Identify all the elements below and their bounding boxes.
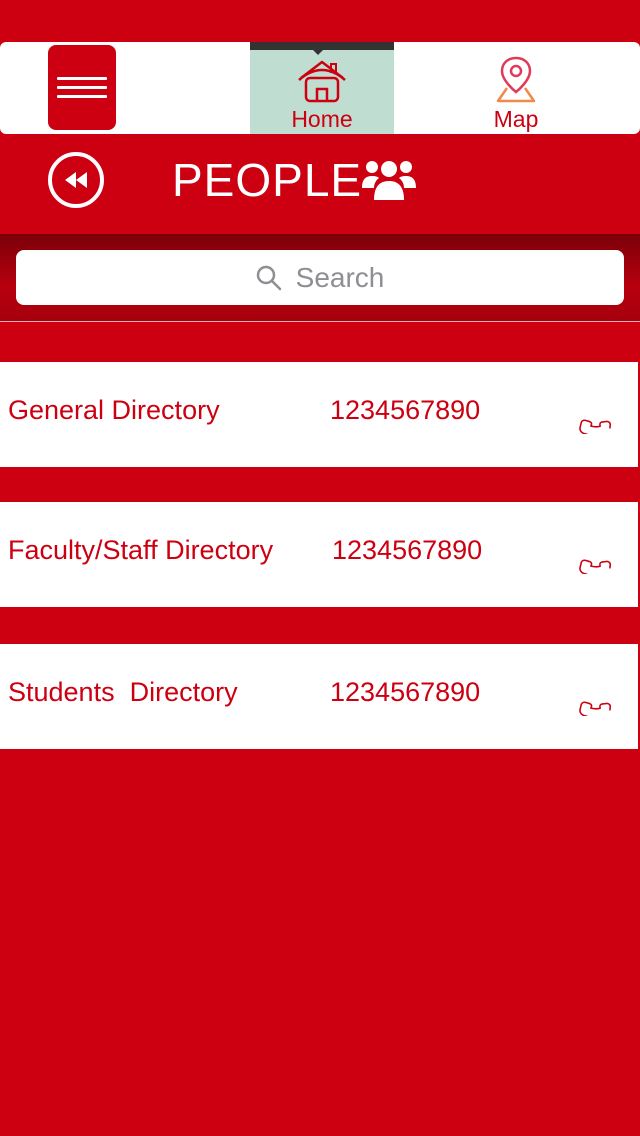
menu-icon <box>57 77 107 80</box>
directory-phone: 1234567890 <box>332 535 483 565</box>
home-icon <box>298 60 346 103</box>
active-tab-pointer <box>312 49 324 55</box>
menu-button[interactable] <box>48 45 116 130</box>
directory-name: General Directory <box>8 395 220 425</box>
tab-home-label: Home <box>291 106 353 132</box>
directory-row-faculty-staff[interactable]: Faculty/Staff Directory 1234567890 <box>0 502 638 607</box>
directory-phone: 1234567890 <box>330 395 481 425</box>
search-placeholder: Search <box>295 261 385 293</box>
phone-icon[interactable] <box>572 674 618 716</box>
directory-name: Faculty/Staff Directory <box>8 535 274 565</box>
page-header: PEOPLE <box>0 134 640 234</box>
directory-name: Students Directory <box>8 677 238 707</box>
map-pin-icon <box>496 56 536 103</box>
directory-phone: 1234567890 <box>330 677 481 707</box>
directory-row-general[interactable]: General Directory 1234567890 <box>0 362 638 467</box>
search-icon <box>256 265 281 290</box>
top-navigation-bar: Home Map <box>0 42 640 134</box>
tab-map-label: Map <box>493 106 539 132</box>
directory-row-students[interactable]: Students Directory 1234567890 <box>0 644 638 749</box>
page-title: PEOPLE <box>172 154 363 206</box>
tab-home[interactable]: Home <box>250 42 394 134</box>
phone-icon[interactable] <box>572 392 618 434</box>
status-bar <box>0 0 640 42</box>
tab-map[interactable]: Map <box>444 42 588 134</box>
search-input[interactable]: Search <box>16 250 624 305</box>
search-bar-container: Search <box>0 234 640 322</box>
rewind-icon <box>65 172 87 188</box>
phone-icon[interactable] <box>572 532 618 574</box>
back-button[interactable] <box>48 152 104 208</box>
people-icon <box>362 161 416 200</box>
